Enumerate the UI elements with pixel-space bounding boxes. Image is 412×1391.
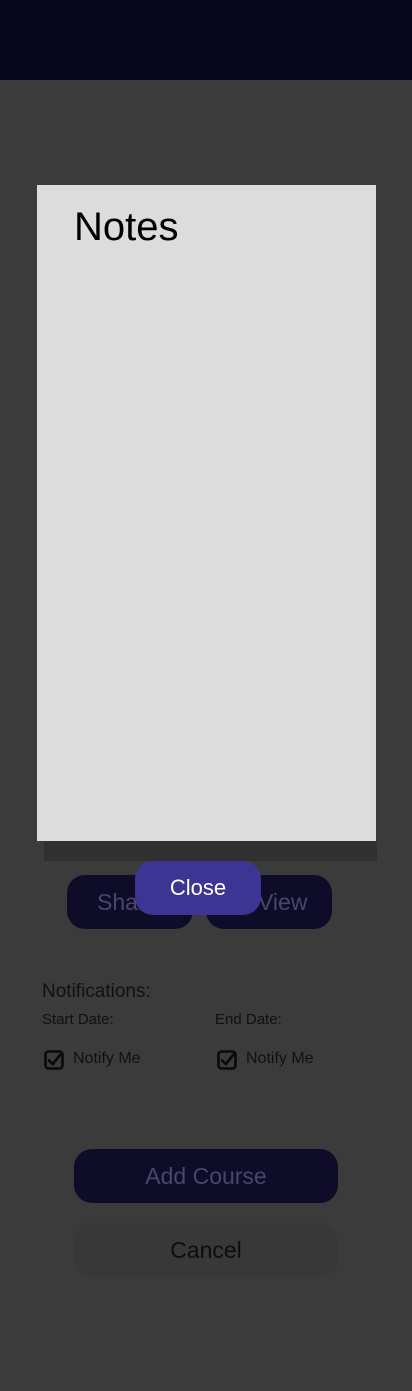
- app-header-bar: [0, 0, 412, 80]
- notifications-heading: Notifications:: [42, 981, 151, 1002]
- add-course-button: Add Course: [74, 1149, 338, 1203]
- notify-end-label: Notify Me: [246, 1050, 314, 1067]
- start-date-label: Start Date:: [42, 1011, 114, 1028]
- close-button[interactable]: Close: [135, 861, 261, 915]
- notify-end-checkbox-icon: [217, 1050, 237, 1070]
- cancel-button: Cancel: [74, 1223, 338, 1277]
- notes-panel-shadow: [44, 841, 377, 861]
- notes-modal: Notes: [37, 185, 376, 841]
- notify-start-checkbox-icon: [44, 1050, 64, 1070]
- notes-modal-title: Notes: [74, 205, 179, 249]
- end-date-label: End Date:: [215, 1011, 282, 1028]
- notify-start-label: Notify Me: [73, 1050, 141, 1067]
